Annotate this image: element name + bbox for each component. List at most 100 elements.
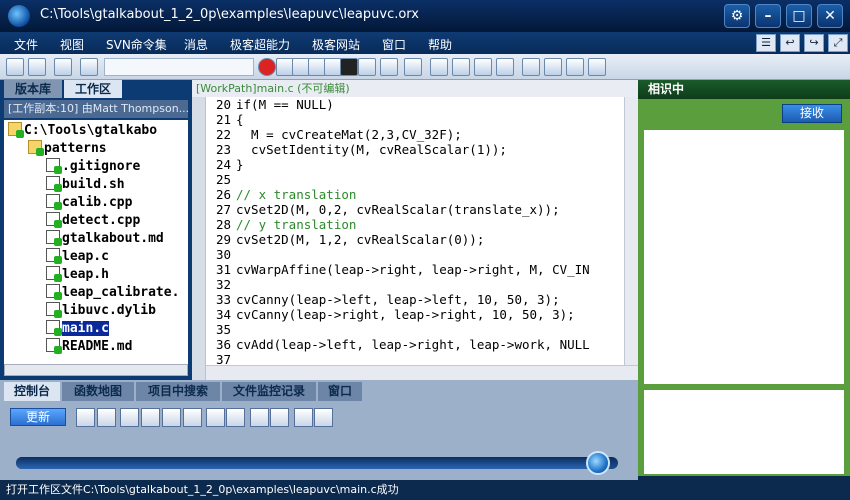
flag-icon[interactable] [250,408,269,427]
image-icon[interactable] [314,408,333,427]
tree-item[interactable]: calib.cpp [46,194,132,212]
layout-icon[interactable]: ☰ [756,34,776,52]
line-number: 31 [216,262,232,277]
refresh-icon[interactable] [588,58,606,76]
line-number: 29 [216,232,232,247]
tab-workspace[interactable]: 工作区 [64,80,122,98]
tree-item[interactable]: leap.c [46,248,109,266]
menu-window[interactable]: 窗口 [382,36,406,53]
forward-icon[interactable]: ↪ [804,34,824,52]
tab-function-map[interactable]: 函数地图 [62,382,134,401]
grid-icon[interactable] [566,58,584,76]
menu-geek-powers[interactable]: 极客超能力 [230,36,290,53]
menu-geek-sites[interactable]: 极客网站 [312,36,360,53]
line-number: 22 [216,127,232,142]
tree-item[interactable]: README.md [46,338,132,356]
menu-view[interactable]: 视图 [60,36,84,53]
list-icon[interactable] [544,58,562,76]
menu-help[interactable]: 帮助 [428,36,452,53]
tab-repository[interactable]: 版本库 [4,80,62,98]
calendar-icon[interactable] [294,408,313,427]
code-line: 22 M = cvCreateMat(2,3,CV_32F); [206,127,462,142]
tree-item[interactable]: leap_calibrate. [46,284,179,302]
tree-item[interactable]: .gitignore [46,158,140,176]
code-line: 21 { [206,112,244,127]
menu-messages[interactable]: 消息 [184,36,208,53]
tab-file-monitor[interactable]: 文件监控记录 [222,382,316,401]
maximize-button[interactable]: □ [786,4,812,28]
code-text: if(M == NULL) [236,97,334,112]
code-line: 24} [206,157,244,172]
code-text: { [236,112,244,127]
back-icon[interactable]: ↩ [780,34,800,52]
star-icon[interactable] [452,58,470,76]
search-icon[interactable] [358,58,376,76]
tool-icon[interactable] [162,408,181,427]
tree-item-label: leap.h [62,267,109,282]
tool-icon[interactable] [141,408,160,427]
browse-icon[interactable] [28,58,46,76]
chat-input-area[interactable] [644,390,844,474]
code-editor[interactable]: 20 if(M == NULL) 21 { 22 M = cvCreateMat(2… [206,97,624,365]
tool-icon[interactable] [120,408,139,427]
console-panel: 控制台 函数地图 项目中搜索 文件监控记录 窗口 更新 [0,380,638,480]
tool-icon[interactable] [206,408,225,427]
chat-message-area[interactable] [644,130,844,384]
arrow-down-last-icon[interactable] [496,58,514,76]
tool-icon[interactable] [76,408,95,427]
folder-icon [8,122,24,138]
window-title: C:\Tools\gtalkabout_1_2_0p\examples\leap… [40,7,419,22]
link-icon[interactable] [270,408,289,427]
update-button[interactable]: 更新 [10,408,66,426]
record-icon[interactable] [258,58,276,76]
toolbar-combo[interactable] [104,58,254,76]
arrow-up-icon[interactable] [430,58,448,76]
tab-console[interactable]: 控制台 [4,382,60,401]
bookmark-icon[interactable] [404,58,422,76]
close-button[interactable]: ✕ [817,4,843,28]
line-number: 24 [216,157,232,172]
code-line: 36 cvAdd(leap->left, leap->right, leap->w… [206,337,590,352]
tree-item[interactable]: patterns [28,140,107,158]
menu-svn[interactable]: SVN命令集 [106,36,167,53]
tree-item-label: main.c [62,321,109,336]
open-folder-icon[interactable] [6,58,24,76]
tree-root[interactable]: C:\Tools\gtalkabo [8,122,157,140]
tab-project-search[interactable]: 项目中搜索 [136,382,220,401]
editor-horizontal-scrollbar[interactable] [206,365,638,380]
tool-icon[interactable] [97,408,116,427]
menu-file[interactable]: 文件 [14,36,38,53]
tool-icon[interactable] [226,408,245,427]
file-icon [46,176,62,192]
tree-item[interactable]: libuvc.dylib [46,302,156,320]
filter-icon[interactable] [80,58,98,76]
arrow-down-icon[interactable] [474,58,492,76]
file-icon [46,194,62,210]
list-icon[interactable] [522,58,540,76]
settings-gear-icon[interactable]: ⚙ [724,4,750,28]
minimize-button[interactable]: – [755,4,781,28]
clear-icon[interactable] [380,58,398,76]
fullscreen-icon[interactable]: ⤢ [828,34,848,52]
line-number: 35 [216,322,232,337]
tree-item[interactable]: build.sh [46,176,125,194]
tool-icon[interactable] [183,408,202,427]
save-icon[interactable] [54,58,72,76]
tree-item[interactable]: leap.h [46,266,109,284]
code-line: 23 cvSetIdentity(M, cvRealScalar(1)); [206,142,507,157]
dropdown-icon[interactable] [340,58,358,76]
tree-horizontal-scrollbar[interactable] [4,364,188,376]
tree-item-selected[interactable]: main.c [46,320,109,338]
slider-thumb[interactable] [585,451,610,475]
line-number: 28 [216,217,232,232]
editor-vertical-scrollbar[interactable] [624,97,638,365]
tree-root-label: C:\Tools\gtalkabo [24,123,158,138]
tree-item[interactable]: gtalkabout.md [46,230,164,248]
code-line: 30 [206,247,236,262]
editor-header: [WorkPath]main.c (不可编辑) [192,80,638,97]
file-icon [46,266,62,282]
receive-button[interactable]: 接收 [782,104,842,123]
tab-window[interactable]: 窗口 [318,382,362,401]
menu-bar: 文件 视图 SVN命令集 消息 极客超能力 极客网站 窗口 帮助 ☰ ↩ ↪ ⤢ [0,32,850,54]
tree-item[interactable]: detect.cpp [46,212,140,230]
